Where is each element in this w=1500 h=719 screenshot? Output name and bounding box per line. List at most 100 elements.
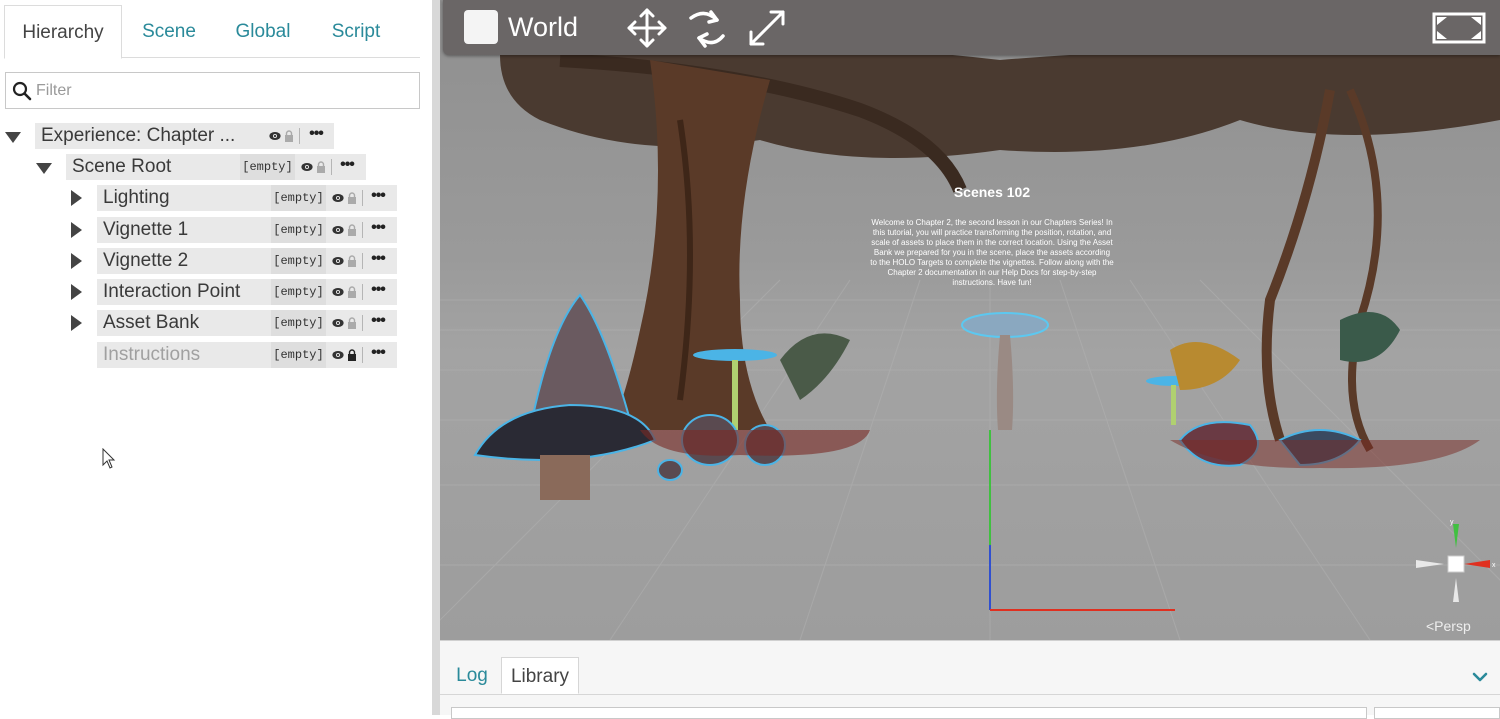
fullscreen-icon[interactable]	[1431, 6, 1487, 50]
tree-row-vignette-1: Vignette 1 [empty] •••	[0, 217, 400, 243]
caret-right-icon[interactable]	[67, 189, 85, 207]
lock-icon[interactable]	[347, 255, 357, 267]
filter-input[interactable]	[36, 78, 411, 104]
caret-down-icon[interactable]	[35, 159, 53, 177]
tree-node-vignette-1[interactable]: Vignette 1 [empty] •••	[97, 217, 397, 243]
empty-badge: [empty]	[271, 342, 326, 368]
world-space-label: World	[508, 12, 579, 42]
caret-right-icon[interactable]	[67, 252, 85, 270]
divider	[362, 315, 363, 331]
move-icon[interactable]	[625, 6, 669, 50]
tree-node-scene-root[interactable]: Scene Root [empty] •••	[66, 154, 366, 180]
tab-hierarchy[interactable]: Hierarchy	[4, 5, 122, 59]
eye-icon[interactable]	[332, 287, 344, 297]
console-panel: Log Library	[440, 640, 1500, 719]
lock-icon[interactable]	[316, 161, 326, 173]
caret-right-icon[interactable]	[67, 283, 85, 301]
more-options-icon[interactable]: •••	[367, 217, 389, 243]
divider	[362, 190, 363, 206]
projection-label[interactable]: <Persp	[1426, 618, 1471, 634]
eye-icon[interactable]	[301, 162, 313, 172]
eye-icon[interactable]	[332, 225, 344, 235]
tree-node-asset-bank[interactable]: Asset Bank [empty] •••	[97, 310, 397, 336]
empty-badge: [empty]	[271, 279, 326, 305]
empty-badge: [empty]	[240, 154, 295, 180]
scene-render	[440, 43, 1500, 640]
lock-icon[interactable]	[347, 286, 357, 298]
tree-node-label: Vignette 1	[103, 219, 189, 240]
more-options-icon[interactable]: •••	[367, 248, 389, 274]
caret-right-icon[interactable]	[67, 314, 85, 332]
tree-row-scene-root: Scene Root [empty] •••	[0, 154, 370, 180]
mouse-cursor-icon	[102, 448, 116, 469]
scene-text-body: Welcome to Chapter 2, the second lesson …	[870, 218, 1114, 287]
divider	[299, 128, 300, 144]
more-options-icon[interactable]: •••	[367, 185, 389, 211]
tab-divider	[440, 694, 1500, 695]
caret-down-icon[interactable]	[4, 128, 22, 146]
search-icon	[12, 81, 32, 101]
tree-row-interaction-point: Interaction Point [empty] •••	[0, 279, 400, 305]
scale-icon[interactable]	[745, 6, 789, 50]
lock-icon[interactable]	[347, 224, 357, 236]
gizmo-x-label: x	[1492, 562, 1496, 569]
filter-box	[5, 72, 420, 109]
more-options-icon[interactable]: •••	[367, 279, 389, 305]
orientation-gizmo[interactable]: y x	[1410, 518, 1500, 608]
tree-node-label: Instructions	[103, 344, 201, 365]
rotate-icon[interactable]	[685, 6, 729, 50]
divider	[362, 222, 363, 238]
lock-icon[interactable]	[284, 130, 294, 142]
eye-icon[interactable]	[332, 193, 344, 203]
more-options-icon[interactable]: •••	[367, 342, 389, 368]
hierarchy-panel: Hierarchy Scene Global Script Experience…	[0, 0, 432, 715]
panel-tabs: Hierarchy Scene Global Script	[4, 5, 420, 59]
empty-badge: [empty]	[271, 185, 326, 211]
lock-icon[interactable]	[347, 192, 357, 204]
eye-icon[interactable]	[269, 131, 281, 141]
divider	[362, 284, 363, 300]
divider	[362, 253, 363, 269]
tree-node-vignette-2[interactable]: Vignette 2 [empty] •••	[97, 248, 397, 274]
tree-row-vignette-2: Vignette 2 [empty] •••	[0, 248, 400, 274]
divider	[331, 159, 332, 175]
library-filter-input[interactable]	[1374, 707, 1500, 719]
world-space-toggle[interactable]	[464, 10, 498, 44]
empty-badge: [empty]	[271, 310, 326, 336]
tab-global[interactable]: Global	[220, 5, 306, 58]
tree-node-label: Vignette 2	[103, 250, 189, 271]
divider	[362, 347, 363, 363]
tree-node-instructions[interactable]: Instructions [empty] •••	[97, 342, 397, 368]
tree-node-label: Asset Bank	[103, 312, 200, 333]
eye-icon[interactable]	[332, 350, 344, 360]
panel-splitter[interactable]	[432, 0, 440, 715]
empty-badge: [empty]	[271, 248, 326, 274]
tree-node-label: Scene Root	[72, 156, 172, 177]
library-search-input[interactable]	[451, 707, 1367, 719]
tab-library[interactable]: Library	[501, 657, 579, 694]
eye-icon[interactable]	[332, 318, 344, 328]
scene-viewport[interactable]: Scenes 102 Welcome to Chapter 2, the sec…	[440, 0, 1500, 640]
eye-icon[interactable]	[332, 256, 344, 266]
tree-node-label: Interaction Point	[103, 281, 241, 302]
tree-row-instructions: Instructions [empty] •••	[0, 342, 400, 368]
tree-node-label: Experience: Chapter ...	[41, 125, 236, 146]
tree-row-experience: Experience: Chapter ... •••	[0, 123, 340, 149]
tree-node-experience[interactable]: Experience: Chapter ... •••	[35, 123, 334, 149]
more-options-icon[interactable]: •••	[336, 154, 358, 180]
gizmo-y-label: y	[1450, 519, 1454, 526]
lock-icon[interactable]	[347, 317, 357, 329]
more-options-icon[interactable]: •••	[367, 310, 389, 336]
chevron-down-icon[interactable]	[1470, 667, 1490, 687]
tree-row-lighting: Lighting [empty] •••	[0, 185, 400, 211]
tree-node-interaction-point[interactable]: Interaction Point [empty] •••	[97, 279, 397, 305]
more-options-icon[interactable]: •••	[305, 123, 327, 149]
caret-right-icon[interactable]	[67, 221, 85, 239]
tab-script[interactable]: Script	[316, 5, 396, 58]
tab-scene[interactable]: Scene	[128, 5, 210, 58]
tab-log[interactable]: Log	[448, 657, 496, 694]
tree-node-lighting[interactable]: Lighting [empty] •••	[97, 185, 397, 211]
viewport-toolbar: World	[443, 0, 1500, 55]
scene-text-title: Scenes 102	[953, 184, 1031, 200]
lock-icon[interactable]	[347, 349, 357, 361]
